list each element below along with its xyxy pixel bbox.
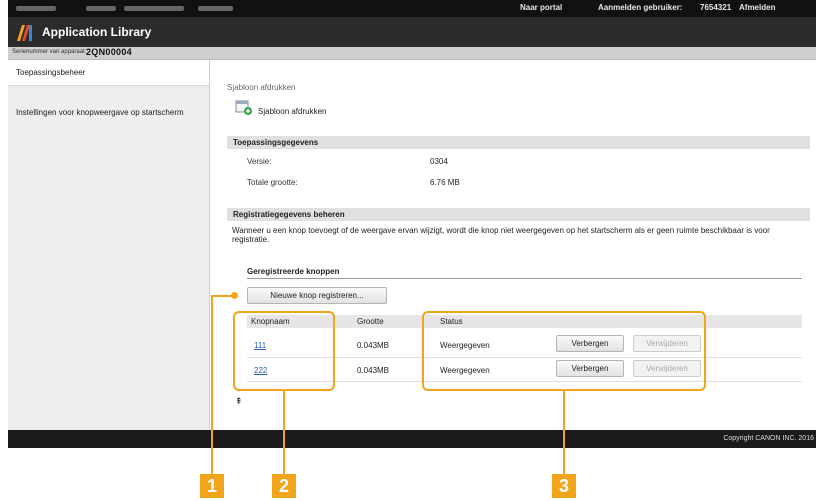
callout-line-3 <box>563 391 565 475</box>
sidebar-item-label: Toepassingsbeheer <box>16 68 86 77</box>
sidebar-item-label: Instellingen voor knopweergave op starts… <box>16 108 184 117</box>
callout-line-1-h <box>211 295 233 297</box>
serial-label: Serienummer van apparaat: <box>12 49 87 55</box>
to-top-icon[interactable]: ⇞ <box>235 396 243 407</box>
user-id: 7654321 <box>700 3 732 12</box>
app-library-logo-icon <box>17 25 32 41</box>
logged-in-label: Aanmelden gebruiker: <box>598 3 683 12</box>
registered-buttons-header: Geregistreerde knoppen <box>247 267 802 279</box>
app-info-section-header: Toepassingsgegevens <box>227 136 810 149</box>
app-title: Application Library <box>42 25 152 39</box>
sidebar-item-application-management[interactable]: Toepassingsbeheer <box>8 60 209 86</box>
version-value: 0304 <box>430 157 448 166</box>
button-size: 0.043MB <box>357 341 390 350</box>
plugin-app-icon <box>235 100 252 115</box>
callout-badge-2: 2 <box>272 474 296 498</box>
callout-badge-1: 1 <box>200 474 224 498</box>
copyright: Copyright CANON INC. 2016 <box>723 435 814 442</box>
button-size: 0.043MB <box>357 366 390 375</box>
device-serial-bar: Serienummer van apparaat: 2QN00004 <box>8 47 816 60</box>
sidebar: Toepassingsbeheer Instellingen voor knop… <box>8 60 210 430</box>
total-size-label: Totale grootte: <box>247 178 298 187</box>
registration-section-header: Registratiegegevens beheren <box>227 208 810 221</box>
registration-description: Wanneer u een knop toevoegt of de weerga… <box>232 226 770 244</box>
logout-link[interactable]: Afmelden <box>739 3 775 12</box>
blurred-text <box>124 6 184 11</box>
callout-line-2 <box>283 391 285 475</box>
blurred-text <box>198 6 233 11</box>
callout-badge-3: 3 <box>552 474 576 498</box>
register-new-button[interactable]: Nieuwe knop registreren... <box>247 287 387 304</box>
sidebar-item-button-display-settings[interactable]: Instellingen voor knopweergave op starts… <box>8 108 209 138</box>
serial-value: 2QN00004 <box>86 47 132 57</box>
top-bar: Naar portal Aanmelden gebruiker: 7654321… <box>8 0 816 17</box>
blurred-text <box>86 6 116 11</box>
callout-outline-3 <box>422 311 706 391</box>
callout-outline-2 <box>233 311 335 391</box>
blurred-text <box>16 6 56 11</box>
footer: Copyright CANON INC. 2016 <box>8 430 816 448</box>
app-header: Application Library <box>8 17 816 47</box>
callout-line-1-v <box>211 295 213 475</box>
column-header-size: Grootte <box>357 317 384 326</box>
total-size-value: 6.76 MB <box>430 178 460 187</box>
version-label: Versie: <box>247 157 272 166</box>
portal-link[interactable]: Naar portal <box>520 3 562 12</box>
breadcrumb: Sjabloon afdrukken <box>227 83 296 92</box>
app-name: Sjabloon afdrukken <box>258 107 327 116</box>
